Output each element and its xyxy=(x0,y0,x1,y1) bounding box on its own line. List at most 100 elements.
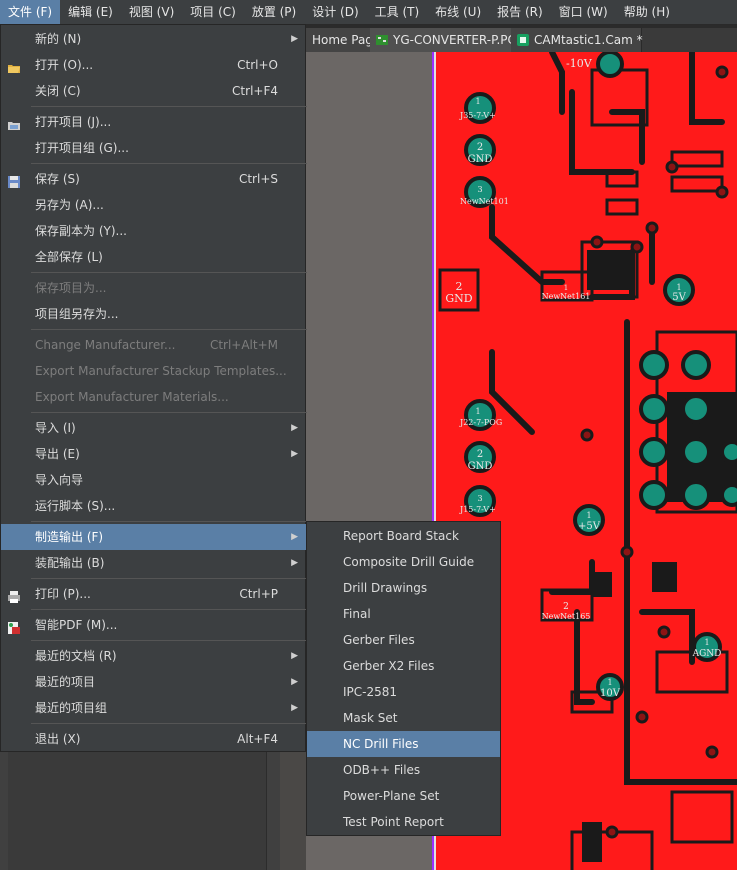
menubar-item-7[interactable]: 布线 (U) xyxy=(427,0,489,24)
fab-output-item-8[interactable]: NC Drill Files xyxy=(307,731,500,757)
svg-text:2: 2 xyxy=(563,602,569,612)
menubar-item-10[interactable]: 帮助 (H) xyxy=(616,0,678,24)
svg-text:2: 2 xyxy=(477,142,483,153)
menubar-item-5[interactable]: 设计 (D) xyxy=(304,0,366,24)
menubar-item-8[interactable]: 报告 (R) xyxy=(489,0,551,24)
label-neg10v: -10V xyxy=(566,57,593,70)
menubar-item-1[interactable]: 编辑 (E) xyxy=(60,0,121,24)
tab-label: CAMtastic1.Cam * xyxy=(534,33,643,47)
menu-item-label: 最近的项目组 xyxy=(35,701,108,715)
menu-item-label: 另存为 (A)... xyxy=(35,198,104,212)
file-menu-item-21[interactable]: 导入向导 xyxy=(1,467,306,493)
submenu-arrow-icon: ▶ xyxy=(291,677,298,687)
fab-output-item-9[interactable]: ODB++ Files xyxy=(307,757,500,783)
file-menu-item-31[interactable]: 最近的文档 (R) ▶ xyxy=(1,643,306,669)
file-menu-item-25[interactable]: 装配输出 (B) ▶ xyxy=(1,550,306,576)
file-menu-item-35[interactable]: 退出 (X) Alt+F4 xyxy=(1,726,306,752)
submenu-arrow-icon: ▶ xyxy=(291,449,298,459)
file-menu-item-0[interactable]: 新的 (N) ▶ xyxy=(1,26,306,52)
menubar-item-6[interactable]: 工具 (T) xyxy=(367,0,428,24)
menu-item-label: 保存项目为... xyxy=(35,281,107,295)
fab-output-item-3[interactable]: Final xyxy=(307,601,500,627)
menu-item-label: NC Drill Files xyxy=(343,737,419,751)
label-newnet165: NewNet165 xyxy=(542,612,591,621)
menu-item-label: 项目组另存为... xyxy=(35,307,119,321)
fab-output-item-7[interactable]: Mask Set xyxy=(307,705,500,731)
svg-text:1: 1 xyxy=(475,97,480,106)
file-menu-item-32[interactable]: 最近的项目 ▶ xyxy=(1,669,306,695)
menu-item-label: Drill Drawings xyxy=(343,581,428,595)
label-10v: 10V xyxy=(600,688,621,699)
cam-doc-icon xyxy=(517,30,529,46)
menubar-item-4[interactable]: 放置 (P) xyxy=(244,0,304,24)
file-menu-item-27[interactable]: 打印 (P)... Ctrl+P xyxy=(1,581,306,607)
menu-item-label: Change Manufacturer... xyxy=(35,338,176,352)
tab-cam-document[interactable]: CAMtastic1.Cam * xyxy=(511,28,643,52)
menu-item-label: 全部保存 (L) xyxy=(35,250,103,264)
label-agnd: AGND xyxy=(692,649,722,659)
file-menu-item-33[interactable]: 最近的项目组 ▶ xyxy=(1,695,306,721)
file-menu-item-8[interactable]: 另存为 (A)... xyxy=(1,192,306,218)
label-j35: J35-7-V+ xyxy=(459,111,496,120)
fab-output-item-6[interactable]: IPC-2581 xyxy=(307,679,500,705)
submenu-arrow-icon: ▶ xyxy=(291,558,298,568)
menu-item-label: 导出 (E) xyxy=(35,447,80,461)
fab-output-item-0[interactable]: Report Board Stack xyxy=(307,523,500,549)
menubar-item-9[interactable]: 窗口 (W) xyxy=(551,0,616,24)
fab-output-item-1[interactable]: Composite Drill Guide xyxy=(307,549,500,575)
smart-pdf-icon xyxy=(7,618,21,634)
printer-icon xyxy=(7,587,21,603)
menu-item-shortcut: Ctrl+Alt+M xyxy=(209,338,278,352)
file-menu-item-2[interactable]: 关闭 (C) Ctrl+F4 xyxy=(1,78,306,104)
file-menu-item-20[interactable]: 导出 (E) ▶ xyxy=(1,441,306,467)
menu-separator xyxy=(31,163,307,164)
document-tab-strip: Home Page YG-CONVERTER-P.PCB CAMtastic1.… xyxy=(306,28,737,52)
menu-item-shortcut: Ctrl+F4 xyxy=(232,84,278,98)
fab-output-item-5[interactable]: Gerber X2 Files xyxy=(307,653,500,679)
menu-item-label: 新的 (N) xyxy=(35,32,82,46)
file-menu-item-29[interactable]: 智能PDF (M)... xyxy=(1,612,306,638)
file-menu-item-4[interactable]: 打开项目 (J)... xyxy=(1,109,306,135)
menu-item-label: Export Manufacturer Materials... xyxy=(35,390,229,404)
svg-text:1: 1 xyxy=(676,283,681,292)
menubar-item-0[interactable]: 文件 (F) xyxy=(0,0,61,24)
file-menu-item-5[interactable]: 打开项目组 (G)... xyxy=(1,135,306,161)
menu-item-label: Gerber X2 Files xyxy=(343,659,435,673)
menu-item-label: 导入 (I) xyxy=(35,421,76,435)
menu-item-label: 打印 (P)... xyxy=(35,587,91,601)
menubar-item-2[interactable]: 视图 (V) xyxy=(121,0,182,24)
file-menu-item-22[interactable]: 运行脚本 (S)... xyxy=(1,493,306,519)
menu-item-label: Report Board Stack xyxy=(343,529,459,543)
file-menu-item-9[interactable]: 保存副本为 (Y)... xyxy=(1,218,306,244)
submenu-arrow-icon: ▶ xyxy=(291,532,298,542)
menu-item-label: Gerber Files xyxy=(343,633,415,647)
file-menu-item-13[interactable]: 项目组另存为... xyxy=(1,301,306,327)
label-j15: J15-7-V+ xyxy=(459,505,496,514)
label-gnd1: GND xyxy=(468,154,493,165)
svg-text:1: 1 xyxy=(475,407,480,416)
menubar-item-3[interactable]: 项目 (C) xyxy=(182,0,244,24)
svg-text:1: 1 xyxy=(607,678,612,687)
tab-pcb-document[interactable]: YG-CONVERTER-P.PCB xyxy=(370,28,524,52)
menu-separator xyxy=(31,272,307,273)
fab-output-item-2[interactable]: Drill Drawings xyxy=(307,575,500,601)
menu-item-label: 智能PDF (M)... xyxy=(35,618,118,632)
file-menu-item-1[interactable]: 打开 (O)... Ctrl+O xyxy=(1,52,306,78)
file-menu-item-7[interactable]: 保存 (S) Ctrl+S xyxy=(1,166,306,192)
menu-separator xyxy=(31,609,307,610)
file-menu-item-10[interactable]: 全部保存 (L) xyxy=(1,244,306,270)
file-menu-item-15: Change Manufacturer... Ctrl+Alt+M xyxy=(1,332,306,358)
fab-output-item-4[interactable]: Gerber Files xyxy=(307,627,500,653)
menu-item-label: 保存副本为 (Y)... xyxy=(35,224,127,238)
menu-separator xyxy=(31,723,307,724)
fab-output-item-10[interactable]: Power-Plane Set xyxy=(307,783,500,809)
menu-separator xyxy=(31,106,307,107)
open-project-icon xyxy=(7,115,21,130)
file-menu-item-24[interactable]: 制造输出 (F) ▶ xyxy=(1,524,306,550)
menu-item-label: Power-Plane Set xyxy=(343,789,440,803)
file-menu-item-19[interactable]: 导入 (I) ▶ xyxy=(1,415,306,441)
label-gnd-pad: GND xyxy=(445,292,472,305)
menu-item-label: Composite Drill Guide xyxy=(343,555,475,569)
fab-output-item-11[interactable]: Test Point Report xyxy=(307,809,500,835)
menu-item-shortcut: Ctrl+S xyxy=(238,172,278,186)
